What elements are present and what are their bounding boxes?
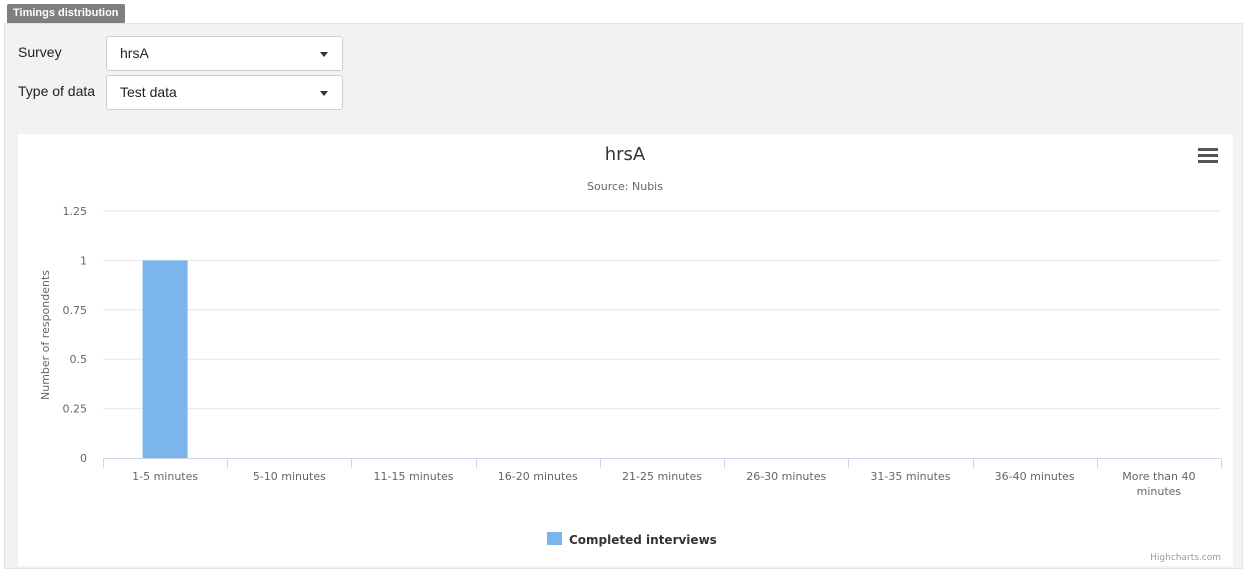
- bar[interactable]: [142, 260, 188, 458]
- y-tick-label: 0: [80, 452, 87, 465]
- y-axis-ticks: 0 0.25 0.5 0.75 1 1.25: [63, 205, 88, 465]
- bar-chart: hrsA Source: Nubis Number of respondents…: [39, 144, 1222, 563]
- highcharts-credits-link[interactable]: Highcharts.com: [1150, 553, 1221, 563]
- x-tick-label: 26-30 minutes: [746, 470, 826, 483]
- legend-swatch: [547, 532, 562, 545]
- y-tick-label: 1.25: [63, 205, 88, 218]
- y-tick-label: 0.25: [63, 403, 88, 416]
- legend-label: Completed interviews: [569, 533, 717, 547]
- x-tick-label: 1-5 minutes: [132, 470, 198, 483]
- x-tick-label: More than 40 minutes: [1122, 470, 1195, 498]
- x-tick-label: 5-10 minutes: [253, 470, 326, 483]
- grid-lines: [103, 210, 1221, 410]
- chart-subtitle: Source: Nubis: [587, 180, 663, 193]
- x-tick-label: 16-20 minutes: [498, 470, 578, 483]
- x-tick-label: 36-40 minutes: [995, 470, 1075, 483]
- x-tick-label: 31-35 minutes: [870, 470, 950, 483]
- hamburger-menu-icon[interactable]: [1198, 148, 1218, 164]
- y-tick-label: 1: [80, 254, 87, 267]
- chart-title: hrsA: [605, 144, 646, 165]
- x-tick-label: 11-15 minutes: [374, 470, 454, 483]
- x-axis: 1-5 minutes 5-10 minutes 11-15 minutes 16-2…: [103, 458, 1222, 498]
- bar-series: [142, 260, 188, 458]
- y-tick-label: 0.5: [70, 353, 88, 366]
- y-tick-label: 0.75: [63, 304, 88, 317]
- x-tick-label: 21-25 minutes: [622, 470, 702, 483]
- y-axis-title: Number of respondents: [39, 270, 52, 400]
- legend[interactable]: Completed interviews: [547, 532, 717, 547]
